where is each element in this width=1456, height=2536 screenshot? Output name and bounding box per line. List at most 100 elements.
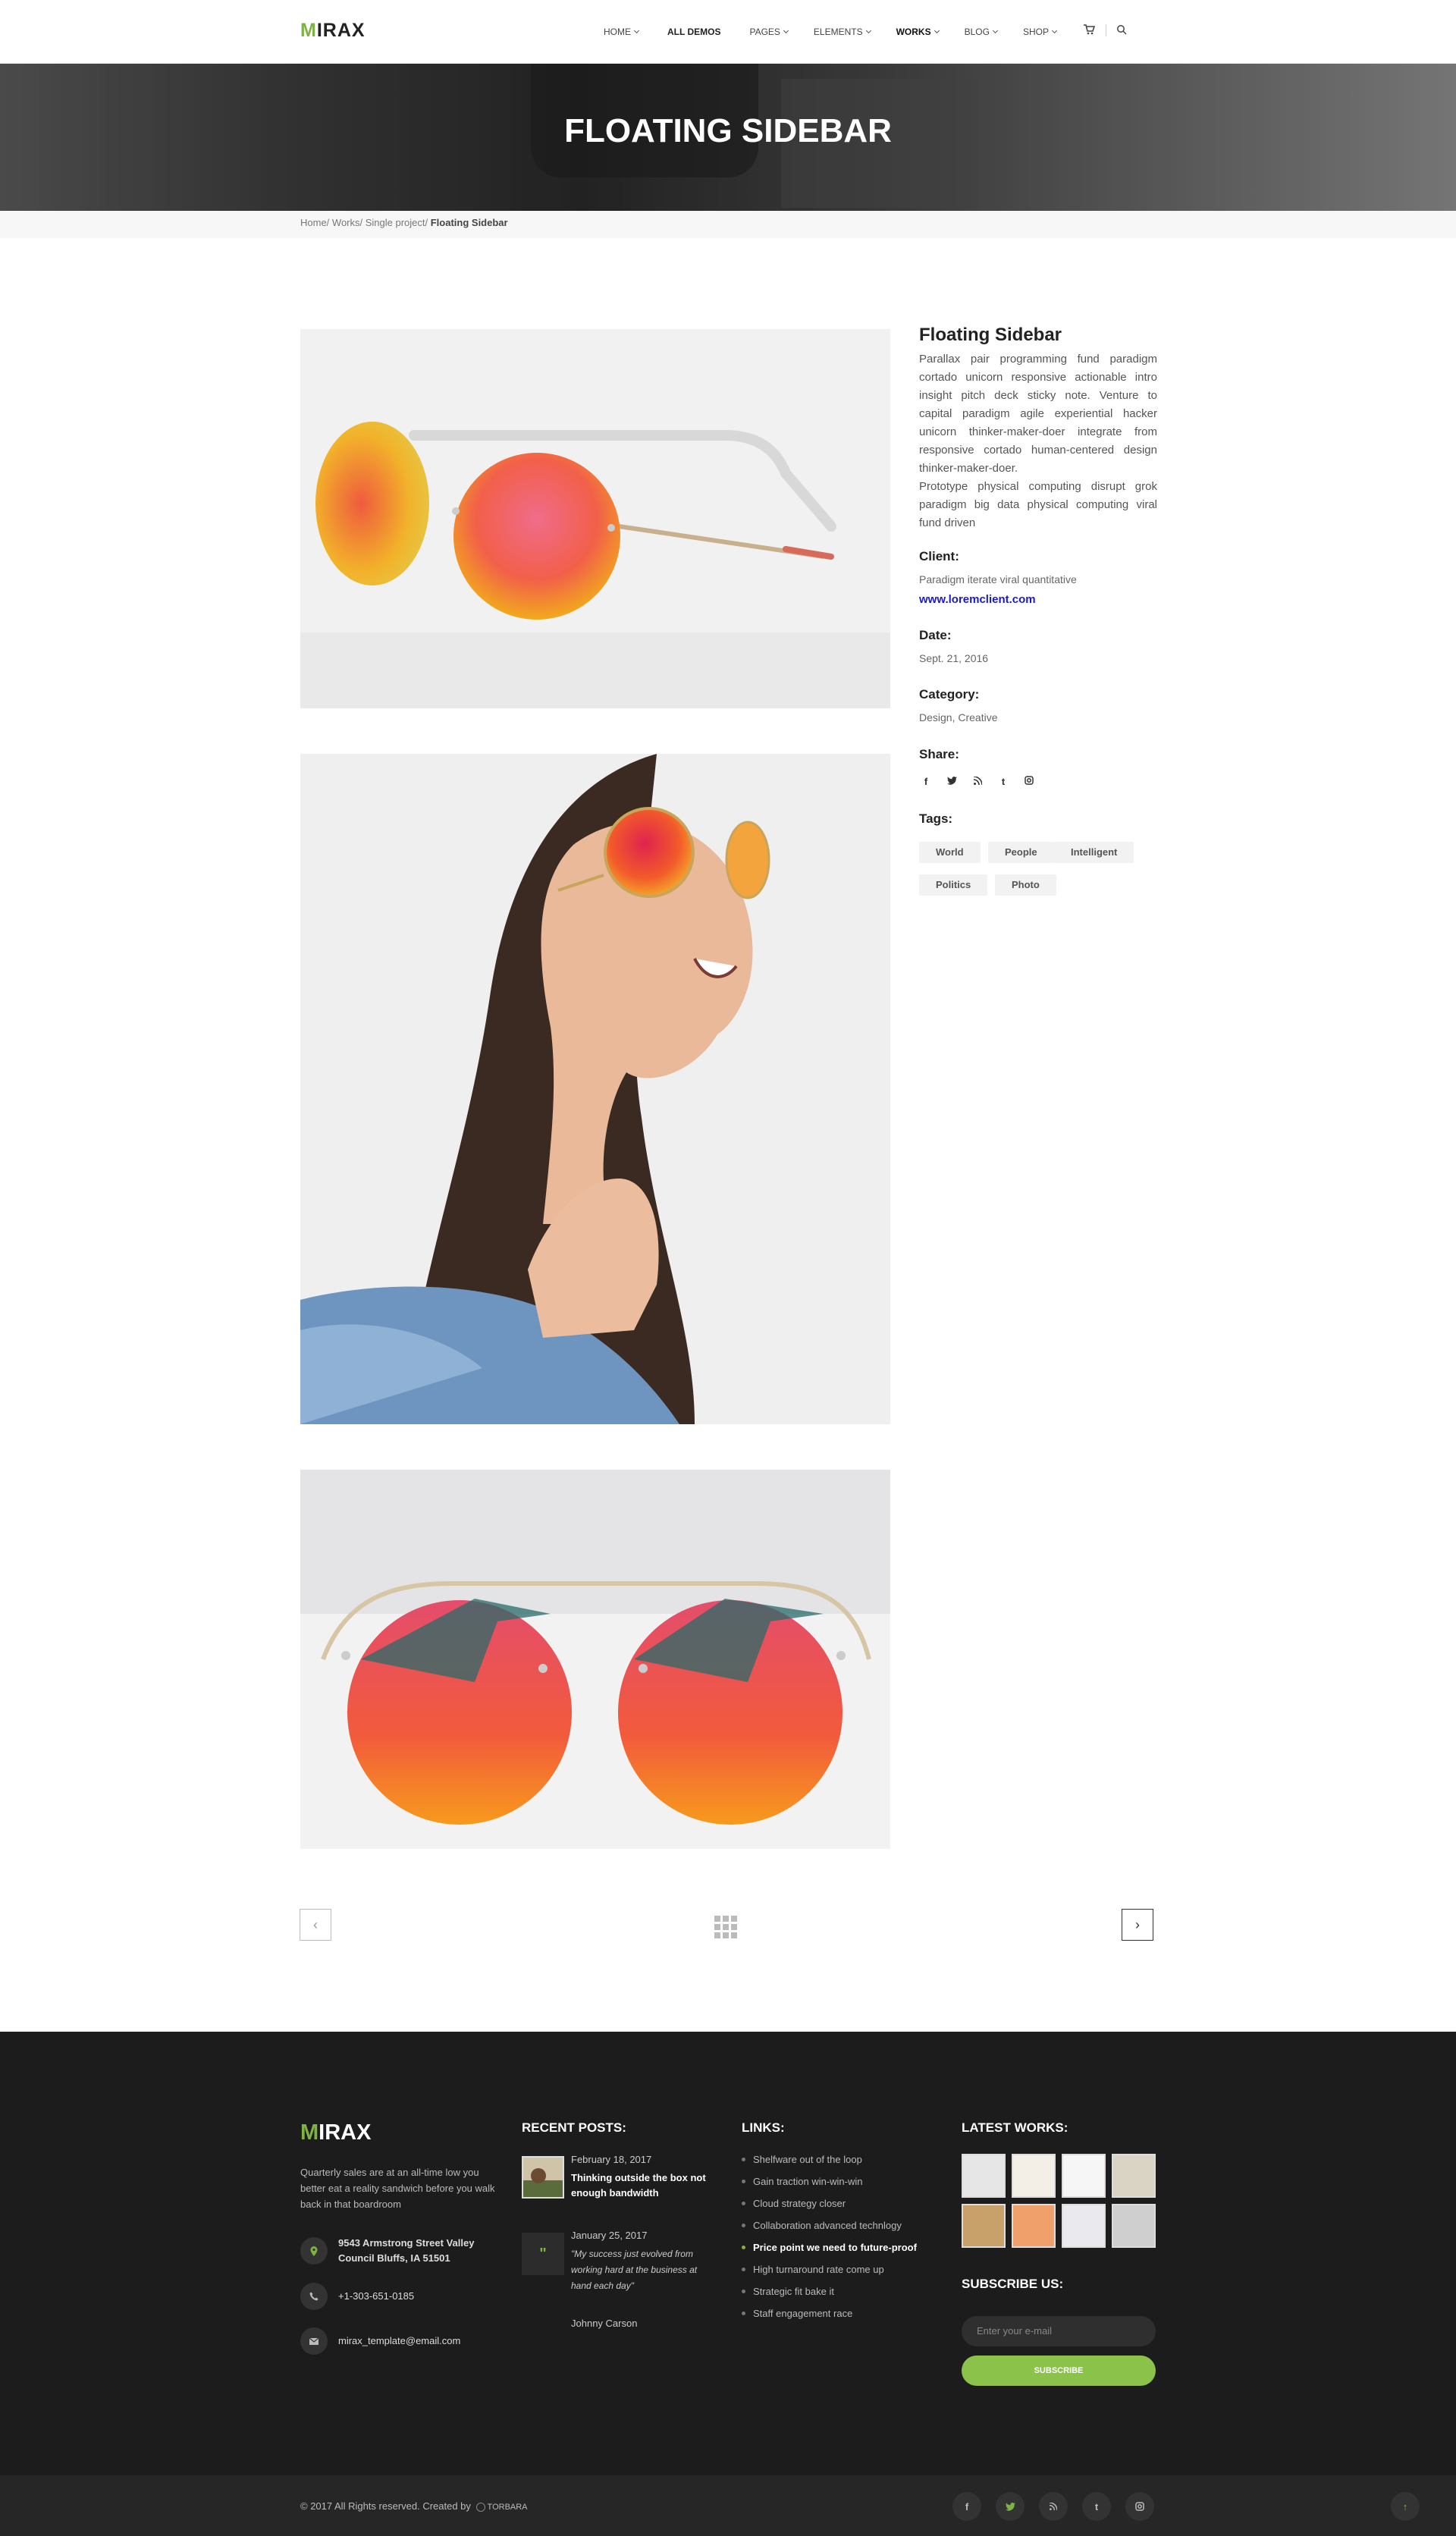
- chevron-left-icon: ‹: [313, 1916, 318, 1932]
- post-date: February 18, 2017: [571, 2154, 652, 2165]
- next-project-button[interactable]: ›: [1122, 1909, 1153, 1941]
- post-title[interactable]: Thinking outside the box not enough band…: [571, 2170, 715, 2201]
- tumblr-icon[interactable]: t: [1082, 2492, 1111, 2521]
- quote-author: Johnny Carson: [571, 2318, 638, 2329]
- address-line: Council Bluffs, IA 51501: [338, 2252, 450, 2264]
- footer-link[interactable]: Cloud strategy closer: [742, 2198, 917, 2209]
- project-description: Parallax pair programming fund paradigm …: [919, 350, 1157, 532]
- breadcrumb-works[interactable]: Works/: [329, 217, 362, 228]
- work-thumbnail[interactable]: [962, 2204, 1006, 2248]
- nav-elements[interactable]: ELEMENTS: [814, 26, 871, 38]
- nav-blog[interactable]: BLOG: [965, 26, 999, 38]
- email-address[interactable]: mirax_template@email.com: [338, 2334, 460, 2349]
- chevron-down-icon: [783, 27, 789, 33]
- client-label: Client:: [919, 549, 959, 563]
- search-icon[interactable]: [1116, 24, 1127, 37]
- twitter-icon[interactable]: [996, 2492, 1025, 2521]
- date-label: Date:: [919, 628, 952, 642]
- footer-link[interactable]: Shelfware out of the loop: [742, 2154, 917, 2165]
- torbara-logo-icon: [475, 2502, 485, 2512]
- post-quote[interactable]: "My success just evolved from working ha…: [571, 2246, 715, 2294]
- footer-phone: +1-303-651-0185: [300, 2283, 414, 2310]
- instagram-icon[interactable]: [1125, 2492, 1154, 2521]
- footer-link[interactable]: High turnaround rate come up: [742, 2264, 917, 2275]
- work-thumbnail[interactable]: [1112, 2154, 1156, 2198]
- footer-bottom-bar: [0, 2475, 1456, 2536]
- location-icon: [300, 2237, 328, 2265]
- footer-about: Quarterly sales are at an all-time low y…: [300, 2167, 495, 2210]
- address-line: 9543 Armstrong Street Valley: [338, 2237, 475, 2249]
- work-thumbnail[interactable]: [1112, 2204, 1156, 2248]
- chevron-down-icon: [934, 27, 940, 33]
- instagram-icon[interactable]: [1022, 776, 1036, 787]
- work-thumbnail[interactable]: [1062, 2204, 1106, 2248]
- client-value: Paradigm iterate viral quantitative: [919, 573, 1077, 585]
- logo[interactable]: MIRAX: [300, 20, 366, 42]
- post-date: January 25, 2017: [571, 2230, 648, 2241]
- work-thumbnail[interactable]: [1012, 2204, 1056, 2248]
- project-image-sunglasses-side[interactable]: [300, 329, 890, 708]
- tag-photo[interactable]: Photo: [995, 874, 1056, 896]
- twitter-icon[interactable]: [945, 776, 959, 787]
- recent-posts-heading: RECENT POSTS:: [522, 2120, 626, 2135]
- description-paragraph: Prototype physical computing disrupt gro…: [919, 480, 1157, 529]
- tag-people[interactable]: People: [988, 842, 1054, 863]
- chevron-down-icon: [633, 27, 640, 33]
- breadcrumb-home[interactable]: Home/: [300, 217, 329, 228]
- chevron-down-icon: [865, 27, 871, 33]
- tag-intelligent[interactable]: Intelligent: [1054, 842, 1134, 863]
- project-image-sunglasses-front[interactable]: [300, 1470, 890, 1849]
- work-thumbnail[interactable]: [1062, 2154, 1106, 2198]
- grid-icon[interactable]: [714, 1916, 737, 1938]
- footer-link[interactable]: Staff engagement race: [742, 2308, 917, 2319]
- footer-link[interactable]: Strategic fit bake it: [742, 2286, 917, 2297]
- post-thumbnail[interactable]: [522, 2156, 564, 2199]
- nav-home[interactable]: HOME: [604, 26, 640, 38]
- date-value: Sept. 21, 2016: [919, 652, 989, 664]
- creator-link[interactable]: TORBARA: [488, 2503, 528, 2512]
- footer-logo[interactable]: MIRAX: [300, 2120, 371, 2145]
- links-heading: LINKS:: [742, 2120, 785, 2135]
- description-paragraph: Parallax pair programming fund paradigm …: [919, 353, 1157, 475]
- tag-world[interactable]: World: [919, 842, 981, 863]
- breadcrumb-bar: [0, 211, 1456, 238]
- back-to-top-icon[interactable]: ↑: [1391, 2492, 1420, 2521]
- tags-label: Tags:: [919, 811, 953, 826]
- client-link[interactable]: www.loremclient.com: [919, 593, 1036, 606]
- nav-shop[interactable]: SHOP: [1023, 26, 1058, 38]
- rss-icon[interactable]: [971, 776, 984, 787]
- subscribe-heading: SUBSCRIBE US:: [962, 2277, 1064, 2291]
- breadcrumb-current: Floating Sidebar: [428, 217, 508, 228]
- tumblr-icon[interactable]: t: [996, 776, 1010, 787]
- page-title: FLOATING SIDEBAR: [564, 112, 892, 149]
- prev-project-button[interactable]: ‹: [300, 1909, 331, 1941]
- work-thumbnail[interactable]: [1012, 2154, 1056, 2198]
- copyright: © 2017 All Rights reserved. Created by T…: [300, 2500, 528, 2512]
- project-image-woman-sunglasses[interactable]: [300, 754, 890, 1424]
- latest-works-grid: [962, 2154, 1156, 2248]
- facebook-icon[interactable]: f: [919, 776, 933, 787]
- chevron-right-icon: ›: [1135, 1916, 1140, 1932]
- footer-link[interactable]: Collaboration advanced technlogy: [742, 2220, 917, 2231]
- share-label: Share:: [919, 747, 959, 761]
- facebook-icon[interactable]: f: [952, 2492, 981, 2521]
- work-thumbnail[interactable]: [962, 2154, 1006, 2198]
- subscribe-email-input[interactable]: Enter your e-mail: [962, 2316, 1156, 2346]
- email-icon: [300, 2327, 328, 2355]
- footer-links: Shelfware out of the loop Gain traction …: [742, 2154, 917, 2330]
- rss-icon[interactable]: [1039, 2492, 1068, 2521]
- latest-works-heading: LATEST WORKS:: [962, 2120, 1068, 2135]
- chevron-down-icon: [992, 27, 999, 33]
- nav-all-demos[interactable]: ALL DEMOS: [667, 26, 720, 38]
- cart-icon[interactable]: [1083, 24, 1096, 37]
- footer-email: mirax_template@email.com: [300, 2327, 460, 2355]
- breadcrumb-single[interactable]: Single project/: [362, 217, 428, 228]
- footer-link[interactable]: Gain traction win-win-win: [742, 2176, 917, 2187]
- nav-pages[interactable]: PAGES: [749, 26, 789, 38]
- nav-works[interactable]: WORKS: [896, 26, 940, 38]
- footer-link-active[interactable]: Price point we need to future-proof: [742, 2242, 917, 2253]
- phone-number[interactable]: +1-303-651-0185: [338, 2289, 414, 2304]
- subscribe-button[interactable]: SUBSCRIBE: [962, 2356, 1156, 2386]
- tag-politics[interactable]: Politics: [919, 874, 988, 896]
- chevron-down-icon: [1051, 27, 1058, 33]
